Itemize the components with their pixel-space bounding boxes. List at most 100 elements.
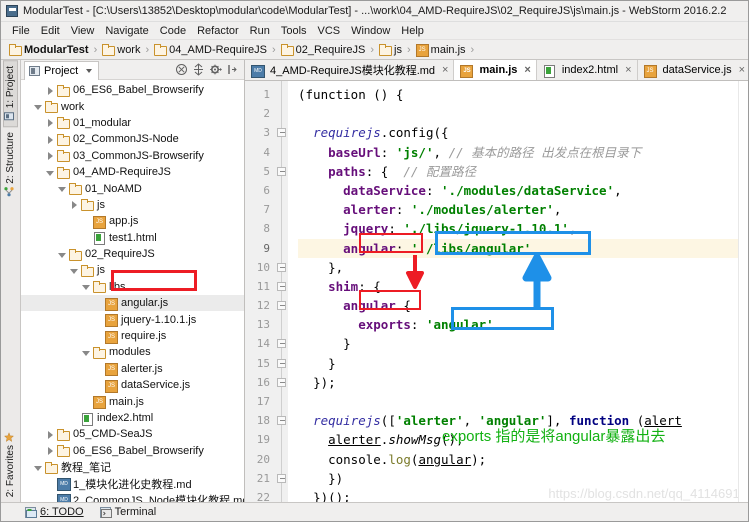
editor-tab[interactable]: index2.html ×	[536, 60, 638, 80]
code-line[interactable]: baseUrl: 'js/', // 基本的路径 出发点在根目录下	[298, 143, 748, 162]
tree-item[interactable]: 1_模块化进化史教程.md	[21, 475, 244, 492]
menu-window[interactable]: Window	[346, 24, 396, 38]
tree-item[interactable]: dataService.js	[21, 377, 244, 393]
code-line[interactable]: shim: {	[298, 277, 748, 296]
menu-view[interactable]: View	[66, 24, 101, 38]
chevron-down-icon[interactable]	[45, 167, 56, 178]
chevron-down-icon[interactable]	[57, 183, 68, 194]
fold-minus-icon[interactable]	[277, 377, 286, 387]
tree-item[interactable]: main.js	[21, 393, 244, 410]
chevron-down-icon[interactable]	[86, 69, 93, 73]
tree-item[interactable]: 01_modular	[21, 115, 244, 131]
tree-item[interactable]: 05_CMD-SeaJS	[21, 426, 244, 442]
chevron-right-icon[interactable]	[45, 85, 56, 96]
tool-button-project[interactable]: 1: Project	[3, 60, 18, 128]
code-line[interactable]: requirejs.config({	[298, 123, 748, 142]
tree-item[interactable]: require.js	[21, 328, 244, 344]
chevron-down-icon[interactable]	[33, 462, 44, 473]
scroll-from-source-icon[interactable]	[191, 62, 206, 77]
tree-item[interactable]: 02_CommonJS-Node	[21, 131, 244, 147]
breadcrumb-item-js[interactable]: js	[379, 44, 402, 56]
editor-tab-bar[interactable]: 4_AMD-RequireJS模块化教程.md×main.js×index2.h…	[245, 60, 748, 81]
tree-item[interactable]: 06_ES6_Babel_Browserify	[21, 82, 244, 98]
chevron-down-icon[interactable]	[57, 249, 68, 260]
menu-file[interactable]: File	[7, 24, 36, 38]
code-line[interactable]: alerter.showMsg();	[298, 430, 748, 449]
settings-gear-icon[interactable]	[208, 62, 223, 77]
tool-button-favorites[interactable]: 2: Favorites	[4, 427, 17, 502]
tree-item[interactable]: 03_CommonJS-Browserify	[21, 148, 244, 164]
chevron-right-icon[interactable]	[45, 429, 56, 440]
close-icon[interactable]: ×	[625, 64, 631, 76]
chevron-down-icon[interactable]	[33, 101, 44, 112]
close-icon[interactable]: ×	[739, 64, 745, 76]
code-line[interactable]: console.log(angular);	[298, 450, 748, 469]
code-line[interactable]: }	[298, 334, 748, 353]
tree-item[interactable]: app.js	[21, 213, 244, 229]
code-line[interactable]: exports: 'angular'	[298, 315, 748, 334]
menu-vcs[interactable]: VCS	[313, 24, 347, 38]
code-editor[interactable]: 1 2 3 4 5 6 7 8 9 10 11 12 13 14 15 16 17 18 19 20 21 22 (fun…	[245, 81, 748, 502]
hide-panel-icon[interactable]	[225, 62, 240, 77]
tree-item[interactable]: index2.html	[21, 410, 244, 426]
breadcrumb-item-02-requirejs[interactable]: 02_RequireJS	[280, 44, 365, 56]
code-line[interactable]	[298, 104, 748, 123]
menu-code[interactable]: Code	[155, 24, 192, 38]
tree-item[interactable]: alerter.js	[21, 361, 244, 377]
chevron-right-icon[interactable]	[45, 117, 56, 128]
tree-item[interactable]: 04_AMD-RequireJS	[21, 164, 244, 180]
menu-help[interactable]: Help	[396, 24, 430, 38]
editor-vertical-scrollbar[interactable]	[738, 81, 748, 502]
status-todo[interactable]: 6: TODO	[25, 506, 84, 518]
code-line[interactable]: angular: './libs/angular'	[298, 238, 748, 258]
chevron-down-icon[interactable]	[81, 281, 92, 292]
tree-item[interactable]: 教程_笔记	[21, 459, 244, 475]
fold-minus-icon[interactable]	[277, 301, 286, 311]
tree-item[interactable]: 01_NoAMD	[21, 180, 244, 196]
code-line[interactable]: requirejs(['alerter', 'angular'], functi…	[298, 411, 748, 430]
code-line[interactable]	[298, 392, 748, 411]
code-line[interactable]: jquery: './libs/jquery-1.10.1',	[298, 219, 748, 238]
fold-minus-icon[interactable]	[277, 128, 286, 138]
chevron-down-icon[interactable]	[81, 347, 92, 358]
tree-item[interactable]: 02_RequireJS	[21, 246, 244, 262]
fold-minus-icon[interactable]	[277, 166, 286, 176]
code-line[interactable]: dataService: './modules/dataService',	[298, 181, 748, 200]
chevron-right-icon[interactable]	[45, 150, 56, 161]
menu-navigate[interactable]: Navigate	[100, 24, 154, 38]
code-fold-column[interactable]	[275, 81, 288, 502]
chevron-down-icon[interactable]	[69, 265, 80, 276]
project-panel-tab[interactable]: Project	[24, 61, 100, 80]
fold-minus-icon[interactable]	[277, 416, 286, 426]
menu-edit[interactable]: Edit	[36, 24, 66, 38]
tree-item[interactable]: jquery-1.10.1.js	[21, 311, 244, 328]
code-line[interactable]: },	[298, 258, 748, 277]
breadcrumb-item-modulartest[interactable]: ModularTest	[9, 44, 89, 56]
chevron-right-icon[interactable]	[45, 445, 56, 456]
code-line[interactable]: paths: { // 配置路径	[298, 162, 748, 181]
code-line[interactable]: angular {	[298, 296, 748, 315]
code-line[interactable]: }	[298, 354, 748, 373]
tree-item[interactable]: 2_CommonJS_Node模块化教程.md	[21, 492, 244, 502]
tree-item[interactable]: modules	[21, 344, 244, 360]
project-tree[interactable]: 06_ES6_Babel_Browserify work 01_modular 02_…	[21, 80, 244, 502]
close-icon[interactable]: ×	[442, 64, 448, 76]
tree-item[interactable]: work	[21, 98, 244, 114]
code-content[interactable]: (function () { requirejs.config({ baseUr…	[288, 81, 748, 502]
menu-tools[interactable]: Tools	[276, 24, 313, 38]
fold-minus-icon[interactable]	[277, 281, 286, 291]
breadcrumb-item-work[interactable]: work	[102, 44, 140, 56]
tool-button-structure[interactable]: 2: Structure	[4, 127, 17, 202]
editor-tab[interactable]: dataService.js ×	[637, 60, 748, 80]
code-line[interactable]: (function () {	[298, 85, 748, 104]
menu-run[interactable]: Run	[245, 24, 276, 38]
tree-item[interactable]: 06_ES6_Babel_Browserify	[21, 443, 244, 459]
close-icon[interactable]: ×	[524, 64, 530, 76]
chevron-right-icon[interactable]	[69, 199, 80, 210]
tree-item[interactable]: js	[21, 197, 244, 213]
fold-minus-icon[interactable]	[277, 358, 286, 368]
fold-minus-icon[interactable]	[277, 262, 286, 272]
code-line[interactable]: });	[298, 373, 748, 392]
breadcrumb-item-04-amd-requirejs[interactable]: 04_AMD-RequireJS	[154, 44, 267, 56]
collapse-all-icon[interactable]	[174, 62, 189, 77]
